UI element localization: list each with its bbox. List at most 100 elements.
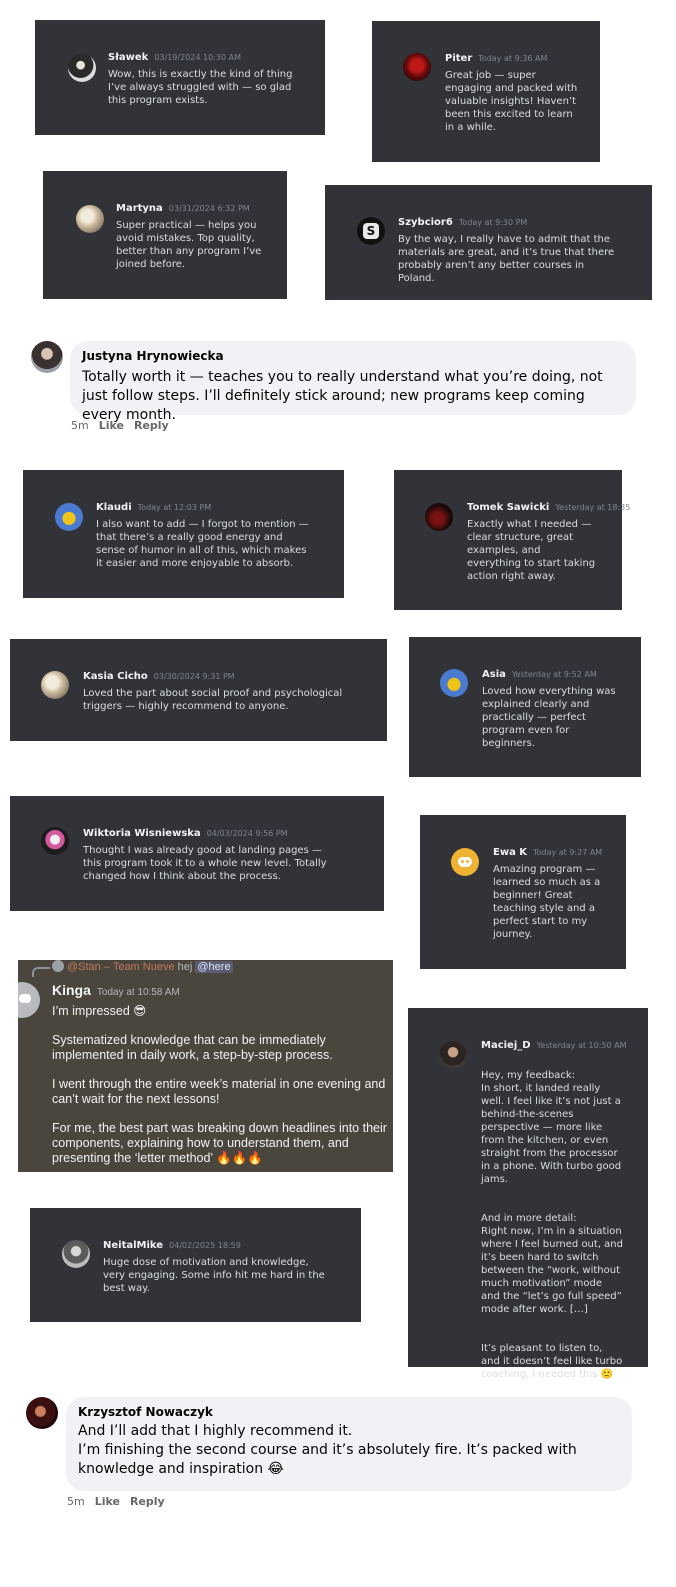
username-label: Kinga	[52, 982, 91, 998]
reply-button[interactable]: Reply	[134, 419, 169, 432]
timestamp: 03/31/2024 6:32 PM	[168, 204, 250, 213]
avatar[interactable]	[55, 503, 83, 531]
avatar[interactable]	[31, 341, 63, 373]
message-text: By the way, I really have to admit that …	[398, 234, 615, 284]
comment-author[interactable]: Justyna Hrynowiecka	[82, 349, 624, 364]
reply-avatar-icon	[52, 960, 64, 972]
like-button[interactable]: Like	[99, 419, 124, 432]
message-text: Loved the part about social proof and ps…	[83, 688, 343, 712]
comment-author[interactable]: Krzysztof Nowaczyk	[78, 1405, 620, 1420]
username[interactable]: NeitalMike	[103, 1240, 163, 1251]
message-paragraph: Systematized knowledge that can be immed…	[52, 1033, 333, 1062]
username[interactable]: Szybcior6	[398, 217, 453, 228]
timestamp: Today at 9:36 AM	[478, 54, 548, 63]
timestamp: 04/03/2024 9:56 PM	[206, 829, 288, 838]
review-card: Klaudi Today at 12:03 PM I also want to a…	[23, 470, 344, 598]
review-card: Asia Yesterday at 9:52 AM Loved how every…	[409, 637, 641, 777]
timestamp: Yesterday at 18:35	[555, 503, 631, 512]
comment-line: Totally worth it — teaches you to really…	[82, 369, 603, 423]
comment-bubble: Justyna Hrynowiecka Totally worth it — t…	[70, 341, 636, 423]
avatar[interactable]	[18, 982, 40, 1018]
comment-text: Totally worth it — teaches you to really…	[82, 368, 624, 425]
username[interactable]: Wiktoria Wisniewska	[83, 828, 201, 839]
comment-bubble: Krzysztof Nowaczyk And I’ll add that I h…	[66, 1397, 632, 1491]
comment-line: And I’ll add that I highly recommend it.	[78, 1423, 353, 1439]
reply-text: hej	[177, 961, 193, 973]
avatar[interactable]: S	[357, 217, 385, 245]
message-text: I also want to add — I forgot to mention…	[96, 519, 309, 569]
avatar[interactable]	[451, 848, 479, 876]
timestamp: Today at 10:58 AM	[96, 987, 180, 998]
username[interactable]: Klaudi	[96, 502, 132, 513]
discord-logo-icon	[458, 857, 472, 867]
message-paragraph: And in more detail: Right now, I’m in a …	[481, 1213, 623, 1315]
username[interactable]: Sławek	[108, 52, 148, 63]
message-header: Tomek Sawicki Yesterday at 18:35	[467, 501, 630, 514]
avatar[interactable]	[26, 1397, 58, 1429]
discord-message-screenshot: @Stan – Team Nueve hej @here Kinga Today …	[18, 960, 393, 1172]
like-button[interactable]: Like	[95, 1495, 120, 1508]
comment-text: And I’ll add that I highly recommend it.…	[78, 1422, 620, 1479]
username[interactable]: Ewa K	[493, 847, 527, 858]
avatar[interactable]	[62, 1240, 90, 1268]
review-card: S Szybcior6 Today at 9:30 PM By the way, …	[325, 185, 652, 300]
review-card: Martyna 03/31/2024 6:32 PM Super practica…	[43, 171, 287, 299]
username[interactable]: Kasia Cicho	[83, 671, 148, 682]
comment-actions: 5m Like Reply	[67, 1495, 175, 1508]
comment-time: 5m	[71, 419, 89, 432]
message-header: Kasia Cicho 03/30/2024 9:31 PM	[83, 670, 235, 683]
message-text: Super practical — helps you avoid mistak…	[116, 220, 262, 270]
timestamp: Today at 12:03 PM	[137, 503, 212, 512]
message-text: Huge dose of motivation and knowledge, v…	[103, 1257, 325, 1294]
avatar[interactable]	[425, 503, 453, 531]
avatar[interactable]	[68, 54, 96, 82]
username[interactable]: Maciej_D	[481, 1040, 531, 1051]
here-mention[interactable]: @here	[195, 961, 233, 973]
message-paragraph: I went through the entire week’s materia…	[52, 1077, 386, 1106]
message-text: Loved how everything was explained clear…	[482, 686, 616, 749]
review-card: Piter Today at 9:36 AM Great job — super …	[372, 21, 600, 162]
message-text: Exactly what I needed — clear structure,…	[467, 519, 596, 582]
message-header: Piter Today at 9:36 AM	[445, 52, 547, 65]
message-text: Thought I was already good at landing pa…	[83, 845, 327, 882]
username[interactable]: Piter	[445, 53, 472, 64]
message-header: Maciej_D Yesterday at 10:50 AM	[481, 1039, 627, 1052]
message-paragraph: I’m impressed 😎	[52, 1004, 147, 1018]
message-text: Hey, my feedback: In short, it landed re…	[481, 1056, 623, 1394]
message-text: Amazing program — learned so much as a b…	[493, 864, 601, 940]
review-card: Ewa K Today at 9:27 AM Amazing program — …	[420, 815, 626, 969]
avatar[interactable]	[41, 671, 69, 699]
review-card: NeitalMike 04/02/2025 18:59 Huge dose of …	[30, 1208, 361, 1322]
message-paragraph: It’s pleasant to listen to, and it doesn…	[481, 1343, 623, 1380]
comment-time: 5m	[67, 1495, 85, 1508]
timestamp: 03/30/2024 9:31 PM	[153, 672, 235, 681]
username[interactable]: Asia	[482, 669, 506, 680]
reply-reference[interactable]: @Stan – Team Nueve hej @here	[52, 960, 233, 974]
message-header: Sławek 03/19/2024 10:30 AM	[108, 51, 241, 64]
avatar[interactable]	[440, 669, 468, 697]
message-text: Great job — super engaging and packed wi…	[445, 70, 578, 133]
message-header: Wiktoria Wisniewska 04/03/2024 9:56 PM	[83, 827, 288, 840]
review-card: Maciej_D Yesterday at 10:50 AM Hey, my fe…	[408, 1008, 648, 1380]
s-logo-icon: S	[363, 223, 379, 239]
avatar[interactable]	[439, 1041, 467, 1069]
timestamp: Yesterday at 9:52 AM	[511, 670, 597, 679]
message-header: Klaudi Today at 12:03 PM	[96, 501, 211, 514]
username[interactable]: Martyna	[116, 203, 163, 214]
message-header: NeitalMike 04/02/2025 18:59	[103, 1239, 241, 1252]
reply-button[interactable]: Reply	[130, 1495, 165, 1508]
message-text: I’m impressed 😎 Systematized knowledge t…	[52, 1004, 392, 1166]
message-header: Asia Yesterday at 9:52 AM	[482, 668, 597, 681]
message-paragraph: Hey, my feedback: In short, it landed re…	[481, 1070, 622, 1185]
timestamp: Yesterday at 10:50 AM	[536, 1041, 627, 1050]
timestamp: Today at 9:27 AM	[533, 848, 603, 857]
avatar[interactable]	[403, 53, 431, 81]
user-mention[interactable]: @Stan – Team Nueve	[67, 961, 175, 973]
comment-line: I’m finishing the second course and it’s…	[78, 1442, 577, 1477]
timestamp: Today at 9:30 PM	[458, 218, 528, 227]
review-card: Sławek 03/19/2024 10:30 AM Wow, this is e…	[35, 20, 325, 135]
avatar[interactable]	[41, 827, 69, 855]
username[interactable]: Kinga Today at 10:58 AM	[52, 982, 180, 998]
username[interactable]: Tomek Sawicki	[467, 502, 549, 513]
avatar[interactable]	[76, 205, 104, 233]
